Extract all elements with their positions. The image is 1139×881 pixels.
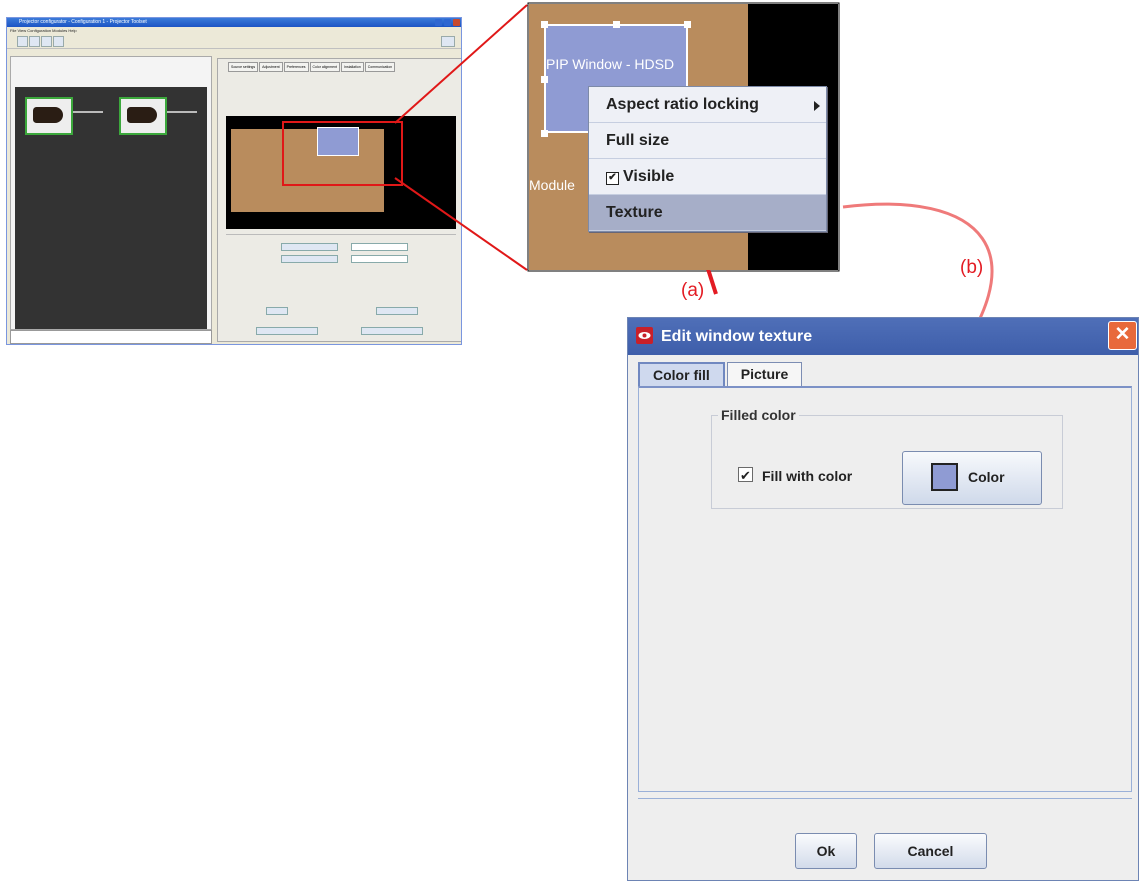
menu-item-label: Visible bbox=[623, 168, 675, 185]
edit-window-texture-dialog: Edit window texture ✕ Color fill Picture… bbox=[627, 317, 1139, 881]
app-status-field[interactable] bbox=[10, 330, 212, 344]
menu-item-full-size[interactable]: Full size bbox=[589, 123, 826, 159]
filled-color-legend: Filled color bbox=[718, 407, 799, 423]
configuration-canvas[interactable] bbox=[15, 87, 207, 329]
app-logo-icon bbox=[636, 327, 653, 344]
resize-handle[interactable] bbox=[684, 21, 691, 28]
resize-handle[interactable] bbox=[613, 21, 620, 28]
zoom-highlight-box bbox=[282, 121, 403, 186]
pip-window-button[interactable] bbox=[281, 255, 338, 263]
menu-item-label: Texture bbox=[606, 204, 663, 221]
dialog-title: Edit window texture bbox=[661, 328, 813, 345]
projector-link-2 bbox=[167, 111, 197, 113]
window-layout-preview[interactable] bbox=[226, 116, 456, 229]
color-button-label: Color bbox=[968, 469, 1005, 485]
fill-with-color-checkbox[interactable]: ✔ bbox=[738, 467, 753, 483]
annotation-b: (b) bbox=[960, 257, 984, 278]
menu-item-visible[interactable]: ✔ Visible bbox=[589, 159, 826, 195]
menu-item-aspect-ratio-locking[interactable]: Aspect ratio locking bbox=[589, 87, 826, 123]
menu-item-label: Full size bbox=[606, 132, 670, 149]
ok-button[interactable]: Ok bbox=[795, 833, 857, 869]
projector-toolset-thumbnail: Projector configurator - Configuration 1… bbox=[6, 17, 462, 345]
submenu-arrow-icon bbox=[814, 101, 820, 111]
cancel-button[interactable]: Cancel bbox=[874, 833, 987, 869]
settings-tab[interactable]: Adjustment bbox=[259, 62, 283, 72]
settings-tabs: Source settings Adjustment Preferences C… bbox=[218, 59, 461, 72]
configuration-tree-header bbox=[11, 57, 211, 77]
resize-handle[interactable] bbox=[541, 76, 548, 83]
color-fill-panel: Filled color ✔ Fill with color Color bbox=[638, 386, 1132, 792]
checkbox-icon[interactable]: ✔ bbox=[606, 172, 619, 185]
settings-pane: Source settings Adjustment Preferences C… bbox=[217, 58, 461, 342]
app-toolbar bbox=[7, 34, 461, 49]
app-menubar[interactable]: File View Configuration Modules Help bbox=[7, 27, 461, 34]
window-settings-form bbox=[226, 234, 456, 340]
color-swatch bbox=[931, 463, 958, 491]
resize-handle[interactable] bbox=[541, 130, 548, 137]
source-select-2[interactable] bbox=[351, 255, 408, 263]
minus-icon[interactable] bbox=[53, 36, 64, 47]
tab-picture[interactable]: Picture bbox=[726, 362, 803, 386]
main-window-button[interactable] bbox=[281, 243, 338, 251]
tab-color-fill[interactable]: Color fill bbox=[638, 362, 725, 386]
layout-tools-button[interactable] bbox=[376, 307, 418, 315]
dialog-separator bbox=[638, 798, 1132, 799]
projector-link-1 bbox=[73, 111, 103, 113]
annotation-a: (a) bbox=[681, 280, 705, 301]
layout-icon[interactable] bbox=[17, 36, 28, 47]
grid-icon[interactable] bbox=[29, 36, 40, 47]
app-close-icon[interactable] bbox=[453, 19, 460, 26]
source-select-1[interactable] bbox=[351, 243, 408, 251]
settings-tab[interactable]: Communication bbox=[364, 62, 396, 72]
fill-with-color-label: Fill with color bbox=[762, 468, 853, 484]
dialog-tabs: Color fill Picture bbox=[638, 362, 804, 386]
module-label: Module bbox=[529, 177, 575, 193]
menu-item-texture[interactable]: Texture bbox=[589, 195, 826, 231]
pip-window-label: PIP Window - HDSD bbox=[546, 56, 675, 72]
resize-handle[interactable] bbox=[541, 21, 548, 28]
app-title: Projector configurator - Configuration 1… bbox=[19, 19, 147, 25]
app-minimize-icon[interactable] bbox=[435, 19, 442, 26]
plus-icon[interactable] bbox=[41, 36, 52, 47]
color-button[interactable]: Color bbox=[902, 451, 1042, 505]
menu-item-label: Aspect ratio locking bbox=[606, 96, 759, 113]
dialog-titlebar: Edit window texture ✕ bbox=[628, 318, 1138, 355]
settings-tab[interactable]: Preferences bbox=[283, 62, 309, 72]
projector-thumb-1[interactable] bbox=[25, 97, 73, 135]
input-adjust-button[interactable] bbox=[256, 327, 318, 335]
app-titlebar: Projector configurator - Configuration 1… bbox=[7, 18, 461, 27]
layout-adjust-button[interactable] bbox=[361, 327, 423, 335]
settings-tab[interactable]: Color alignment bbox=[309, 62, 341, 72]
context-menu: Aspect ratio locking Full size ✔ Visible … bbox=[588, 86, 827, 232]
settings-tab[interactable]: Source settings bbox=[228, 62, 259, 72]
configuration-tree-pane bbox=[10, 56, 212, 330]
projector-thumb-2[interactable] bbox=[119, 97, 167, 135]
settings-tab[interactable]: Installation bbox=[341, 62, 364, 72]
app-maximize-icon[interactable] bbox=[444, 19, 451, 26]
help-icon[interactable] bbox=[441, 36, 455, 47]
zoomed-preview: PIP Window - HDSD Module Aspect ratio lo… bbox=[529, 4, 838, 270]
filled-color-group: Filled color ✔ Fill with color Color bbox=[711, 407, 1063, 509]
close-icon[interactable]: ✕ bbox=[1108, 321, 1137, 350]
input-tools-button[interactable] bbox=[266, 307, 288, 315]
